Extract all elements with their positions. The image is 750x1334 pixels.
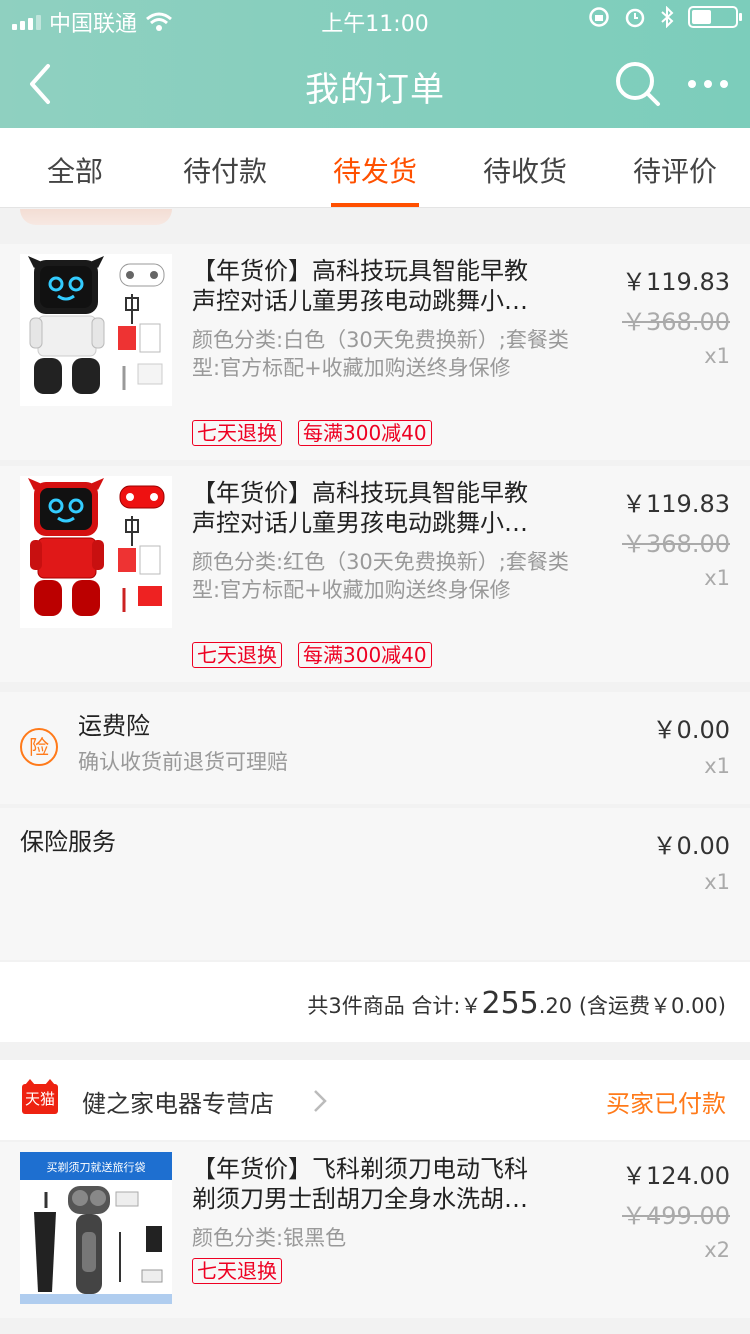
order-total-text: 共3件商品 合计:￥255.20 (含运费￥0.00) bbox=[307, 986, 726, 1021]
tab-all[interactable]: 全部 bbox=[0, 128, 150, 207]
product-name[interactable]: 【年货价】高科技玩具智能早教 声控对话儿童男孩电动跳舞小… bbox=[192, 256, 578, 316]
freight-insurance-desc: 确认收货前退货可理赔 bbox=[78, 750, 288, 774]
tmall-logo-icon: 天猫 bbox=[22, 1079, 58, 1114]
total-decimal: .20 bbox=[538, 994, 573, 1018]
battery-icon bbox=[688, 6, 742, 28]
freight-insurance-qty: x1 bbox=[704, 754, 730, 778]
product-quantity: x1 bbox=[704, 344, 730, 368]
product-image-red-robot bbox=[20, 476, 172, 628]
bluetooth-icon bbox=[661, 6, 674, 28]
order-status: 买家已付款 bbox=[606, 1090, 726, 1118]
tag-seven-day-return: 七天退换 bbox=[192, 1258, 282, 1284]
status-right bbox=[588, 6, 742, 28]
product-sku: 颜色分类:红色（30天免费换新）;套餐类型:官方标配+收藏加购送终身保修 bbox=[192, 550, 569, 602]
previous-item-thumbnail bbox=[20, 209, 172, 225]
product-price: ￥124.00 bbox=[622, 1162, 730, 1190]
freight-insurance-price: ￥0.00 bbox=[652, 716, 730, 744]
store-header[interactable]: 天猫 健之家电器专营店 买家已付款 bbox=[0, 1060, 750, 1140]
tab-pending-review[interactable]: 待评价 bbox=[600, 128, 750, 207]
product-sku: 颜色分类:白色（30天免费换新）;套餐类型:官方标配+收藏加购送终身保修 bbox=[192, 328, 569, 380]
order-summary: 共3件商品 合计:￥255.20 (含运费￥0.00) bbox=[0, 962, 750, 1042]
nav-bar: 我的订单 bbox=[0, 40, 750, 128]
item-count: 共3件商品 bbox=[307, 994, 405, 1018]
product-name[interactable]: 【年货价】飞科剃须刀电动飞科 剃须刀男士刮胡刀全身水洗胡… bbox=[192, 1154, 578, 1214]
product-quantity: x2 bbox=[704, 1238, 730, 1262]
product-original-price: ￥499.00 bbox=[622, 1202, 730, 1230]
product-name-line2: 声控对话儿童男孩电动跳舞小… bbox=[192, 509, 528, 537]
tab-pending-payment[interactable]: 待付款 bbox=[150, 128, 300, 207]
product-name-line1: 【年货价】高科技玩具智能早教 bbox=[192, 257, 528, 285]
product-tags: 七天退换 bbox=[192, 1258, 282, 1284]
freight-insurance-title: 运费险 bbox=[78, 712, 150, 740]
product-image-white-robot bbox=[20, 254, 172, 406]
app-header: 中国联通 上午11:00 我的订单 bbox=[0, 0, 750, 128]
product-name-line2: 声控对话儿童男孩电动跳舞小… bbox=[192, 287, 528, 315]
product-original-price: ￥368.00 bbox=[622, 308, 730, 336]
battery-level bbox=[692, 10, 711, 24]
product-price: ￥119.83 bbox=[622, 268, 730, 296]
freight-insurance-row: 险 运费险 确认收货前退货可理赔 ￥0.00 x1 bbox=[0, 692, 750, 804]
insurance-badge-icon: 险 bbox=[20, 728, 58, 766]
tag-seven-day-return: 七天退换 bbox=[192, 420, 282, 446]
insurance-service-price: ￥0.00 bbox=[652, 832, 730, 860]
tab-pending-shipment[interactable]: 待发货 bbox=[300, 128, 450, 207]
tag-discount: 每满300减40 bbox=[298, 420, 432, 446]
product-name-line2: 剃须刀男士刮胡刀全身水洗胡… bbox=[192, 1185, 528, 1213]
insurance-service-row: 保险服务 ￥0.00 x1 bbox=[0, 808, 750, 960]
product-name[interactable]: 【年货价】高科技玩具智能早教 声控对话儿童男孩电动跳舞小… bbox=[192, 478, 578, 538]
alarm-icon bbox=[625, 8, 645, 28]
total-label: 合计: bbox=[411, 994, 461, 1018]
product-name-line1: 【年货价】飞科剃须刀电动飞科 bbox=[192, 1155, 528, 1183]
chevron-right-icon bbox=[314, 1090, 327, 1112]
product-quantity: x1 bbox=[704, 566, 730, 590]
shipping-fee: (含运费￥0.00) bbox=[578, 994, 726, 1018]
product-banner: 买剃须刀就送旅行袋 bbox=[47, 1160, 146, 1174]
product-price: ￥119.83 bbox=[622, 490, 730, 518]
list-separator bbox=[0, 1318, 750, 1334]
product-image-shaver: 买剃须刀就送旅行袋 bbox=[20, 1152, 172, 1304]
store-name[interactable]: 健之家电器专营店 bbox=[82, 1084, 274, 1119]
insurance-service-title: 保险服务 bbox=[20, 828, 116, 856]
order-item[interactable]: 买剃须刀就送旅行袋 【年货价】飞科剃须刀电动飞科 剃须刀男士刮胡刀全身水洗胡… … bbox=[0, 1142, 750, 1318]
search-icon[interactable] bbox=[614, 60, 662, 108]
total-integer: 255 bbox=[481, 986, 539, 1021]
order-tabs: 全部 待付款 待发货 待收货 待评价 bbox=[0, 128, 750, 208]
product-tags: 七天退换 每满300减40 bbox=[192, 420, 432, 446]
product-tags: 七天退换 每满300减40 bbox=[192, 642, 432, 668]
order-item[interactable]: 【年货价】高科技玩具智能早教 声控对话儿童男孩电动跳舞小… 颜色分类:白色（30… bbox=[0, 244, 750, 460]
tag-discount: 每满300减40 bbox=[298, 642, 432, 668]
more-icon[interactable] bbox=[684, 60, 732, 108]
status-bar: 中国联通 上午11:00 bbox=[0, 0, 750, 40]
rotation-lock-icon bbox=[589, 7, 609, 27]
total-currency: ￥ bbox=[460, 994, 482, 1018]
product-original-price: ￥368.00 bbox=[622, 530, 730, 558]
tab-pending-receipt[interactable]: 待收货 bbox=[450, 128, 600, 207]
product-sku: 颜色分类:银黑色 bbox=[192, 1226, 347, 1250]
order-item[interactable]: 【年货价】高科技玩具智能早教 声控对话儿童男孩电动跳舞小… 颜色分类:红色（30… bbox=[0, 466, 750, 682]
product-name-line1: 【年货价】高科技玩具智能早教 bbox=[192, 479, 528, 507]
tag-seven-day-return: 七天退换 bbox=[192, 642, 282, 668]
insurance-service-qty: x1 bbox=[704, 870, 730, 894]
